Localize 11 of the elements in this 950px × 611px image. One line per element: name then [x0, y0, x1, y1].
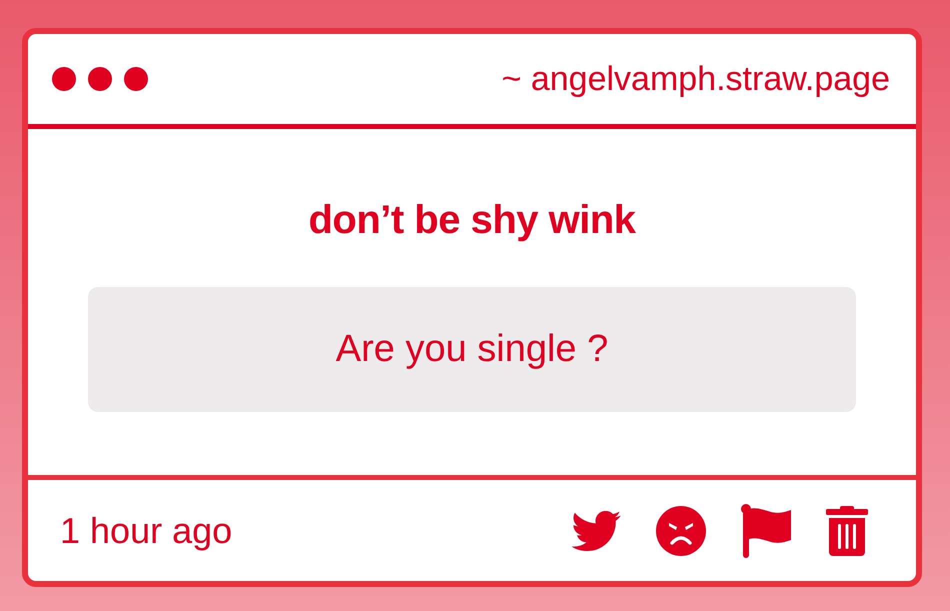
- trash-icon[interactable]: [826, 506, 868, 556]
- page-address: ~ angelvamph.straw.page: [502, 60, 890, 98]
- angry-face-icon[interactable]: [656, 506, 706, 556]
- window-dot-icon: [124, 67, 148, 91]
- message-text: Are you single ?: [336, 328, 608, 371]
- timestamp: 1 hour ago: [60, 510, 232, 552]
- window-dot-icon: [52, 67, 76, 91]
- bird-icon[interactable]: [570, 510, 621, 550]
- question-title: don’t be shy wink: [308, 197, 636, 243]
- flag-icon[interactable]: [741, 504, 791, 558]
- window-dot-icon: [88, 67, 112, 91]
